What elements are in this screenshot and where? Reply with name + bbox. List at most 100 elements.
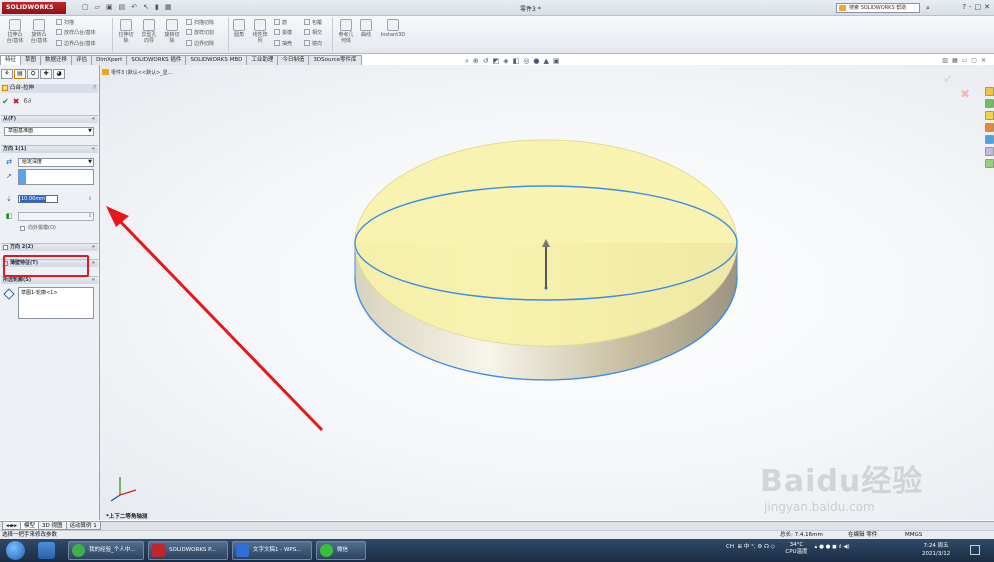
view-palette-icon[interactable]: [985, 123, 994, 132]
tab-motion-study[interactable]: 运动算例 1: [65, 522, 101, 530]
draft-button[interactable]: 拔模: [274, 29, 292, 37]
apply-scene-icon[interactable]: ▲: [544, 57, 549, 66]
instant3d-button[interactable]: Instant3D: [378, 19, 408, 38]
extrude-boss-button[interactable]: 拉伸凸 台/基体: [4, 19, 26, 44]
end-condition-select[interactable]: 给定深度 ▼: [18, 158, 94, 167]
direction1-group-header[interactable]: 方向 1(1) «: [1, 145, 98, 153]
contour-list-item[interactable]: 草图1-轮廓<1>: [21, 290, 58, 296]
feature-tree-icon[interactable]: ⚘: [1, 69, 13, 79]
open-icon[interactable]: ▱: [95, 3, 100, 13]
display-manager-icon[interactable]: ◕: [53, 69, 65, 79]
status-units[interactable]: MMGS: [905, 531, 922, 539]
confirm-cancel-icon[interactable]: ✖: [960, 87, 970, 101]
selected-contours-group-header[interactable]: 所选轮廓(S) «: [1, 276, 98, 284]
draft-angle-input[interactable]: [18, 212, 94, 221]
display-style-icon[interactable]: ◧: [513, 57, 520, 66]
edit-appearance-icon[interactable]: ●: [533, 57, 539, 66]
detailed-preview-icon[interactable]: 6∂: [23, 97, 31, 106]
expand-icon[interactable]: »: [92, 244, 95, 251]
cancel-x-icon[interactable]: ✖: [13, 97, 20, 106]
boundary-cut-button[interactable]: 边界切除: [186, 40, 214, 48]
mirror-button[interactable]: 镜向: [304, 40, 322, 48]
taskbar-app-solidworks[interactable]: SOLIDWORKS P...: [148, 541, 228, 560]
tab-addins[interactable]: SOLIDWORKS 插件: [126, 55, 187, 65]
configuration-manager-icon[interactable]: ⛭: [27, 69, 39, 79]
maximize-button[interactable]: □: [975, 3, 982, 11]
ok-check-icon[interactable]: ✔: [2, 97, 9, 106]
tab-features[interactable]: 特征: [0, 55, 22, 65]
taskbar-app-browser[interactable]: 我的经验_个人中...: [68, 541, 144, 560]
draft-on-off-icon[interactable]: ◧: [5, 212, 13, 220]
options-icon[interactable]: ▦: [165, 3, 172, 13]
shell-button[interactable]: 抽壳: [274, 40, 292, 48]
help-search-input[interactable]: 搜索 SOLIDWORKS 帮助: [836, 3, 920, 13]
confirm-ok-icon[interactable]: ✔: [943, 72, 953, 86]
cpu-temp-widget[interactable]: 34°C CPU温度: [785, 542, 807, 556]
start-button[interactable]: [6, 541, 25, 560]
dimxpert-manager-icon[interactable]: ✚: [40, 69, 52, 79]
tab-3d-views[interactable]: 3D 视图: [38, 522, 67, 530]
minimize-button[interactable]: -: [969, 3, 972, 11]
graphics-area[interactable]: 零件3 (默认<<默认>_显... ✔ ✖ *上下二等角轴测: [100, 65, 994, 520]
resources-icon[interactable]: [985, 87, 994, 96]
direction2-group-header[interactable]: 方向 2(2) »: [1, 243, 98, 251]
tab-today-manufacturing[interactable]: 今日制造: [277, 55, 310, 65]
new-doc-icon[interactable]: ▢: [82, 3, 89, 13]
help-icon[interactable]: ?: [962, 3, 966, 11]
show-desktop-button[interactable]: [970, 545, 980, 555]
tab-dimxpert[interactable]: DimXpert: [91, 55, 128, 65]
direction2-checkbox[interactable]: [3, 245, 8, 250]
depth-spinner[interactable]: ⇕: [86, 195, 94, 203]
tab-data-migration[interactable]: 数据迁移: [40, 55, 73, 65]
forum-icon[interactable]: [985, 159, 994, 168]
rebuild-icon[interactable]: ▮: [155, 3, 159, 13]
design-library-icon[interactable]: [985, 99, 994, 108]
collapse-icon[interactable]: «: [92, 146, 95, 153]
zoom-to-fit-icon[interactable]: ⌕: [465, 57, 469, 66]
reference-geometry-button[interactable]: 参考几 何体: [336, 19, 356, 44]
custom-properties-icon[interactable]: [985, 147, 994, 156]
tray-status-icons[interactable]: ▴ ● ● ◼ ıl ◀): [809, 544, 850, 550]
close-button[interactable]: ✕: [984, 3, 990, 11]
contours-list[interactable]: 草图1-轮廓<1>: [18, 287, 94, 319]
tray-icons[interactable]: ⊞ 中 °, ⚙ ☊ ◇: [736, 544, 784, 550]
section-view-icon[interactable]: ◩: [493, 57, 500, 66]
draft-spinner[interactable]: ⇕: [86, 212, 94, 220]
expand-icon[interactable]: »: [92, 260, 95, 267]
viewport-tile-icon[interactable]: ▦: [952, 57, 958, 64]
hide-show-icon[interactable]: ◎: [523, 57, 529, 66]
intersect-button[interactable]: 相交: [304, 29, 322, 37]
rib-button[interactable]: 筋: [274, 19, 287, 27]
lofted-cut-button[interactable]: 放样切割: [186, 29, 214, 37]
tab-model[interactable]: 模型: [20, 522, 40, 530]
from-group-header[interactable]: 从(F) «: [1, 115, 98, 123]
appearances-icon[interactable]: [985, 135, 994, 144]
direction-selection-box[interactable]: [18, 169, 94, 185]
extrude-cut-button[interactable]: 拉伸切 除: [116, 19, 136, 44]
revolve-cut-button[interactable]: 旋转切 除: [162, 19, 182, 44]
print-icon[interactable]: ▤: [119, 3, 126, 13]
select-icon[interactable]: ↖: [143, 3, 149, 13]
taskbar-app-wechat[interactable]: 微信: [316, 541, 366, 560]
collapse-icon[interactable]: «: [92, 277, 95, 284]
view-orientation-icon[interactable]: ◈: [503, 57, 508, 66]
collapse-icon[interactable]: «: [92, 116, 95, 123]
file-explorer-taskbar-icon[interactable]: [38, 542, 55, 559]
tab-sketch[interactable]: 草图: [20, 55, 42, 65]
depth-input[interactable]: 10.00mm: [18, 195, 58, 203]
viewport-restore-button[interactable]: ▢: [971, 57, 977, 64]
wrap-button[interactable]: 包覆: [304, 19, 322, 27]
property-manager-icon[interactable]: ▤: [14, 69, 26, 79]
save-icon[interactable]: ▣: [106, 3, 113, 13]
loft-button[interactable]: 放样凸台/基体: [56, 29, 96, 37]
hole-wizard-button[interactable]: 异型孔 向导: [139, 19, 159, 44]
undo-icon[interactable]: ↶: [131, 3, 137, 13]
file-explorer-icon[interactable]: [985, 111, 994, 120]
sweep-button[interactable]: 扫描: [56, 19, 74, 27]
previous-view-icon[interactable]: ↺: [483, 57, 489, 66]
draft-outward-checkbox[interactable]: 向外拔模(O): [20, 225, 56, 232]
solidworks-logo[interactable]: SOLIDWORKS: [2, 2, 66, 14]
tab-evaluate[interactable]: 评估: [71, 55, 93, 65]
search-icon[interactable]: ⌕: [922, 3, 934, 13]
tab-mbd[interactable]: SOLIDWORKS MBD: [185, 55, 248, 65]
